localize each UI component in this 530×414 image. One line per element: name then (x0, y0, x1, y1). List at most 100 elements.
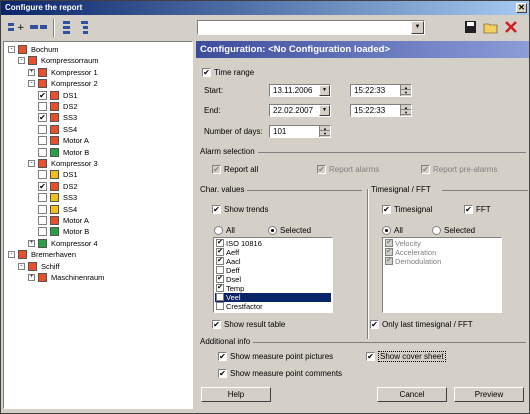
show-pictures-checkbox[interactable]: ✔ (218, 352, 227, 361)
timesignal-checkbox-item[interactable]: ✔ (385, 248, 393, 256)
show-trends-checkbox[interactable]: ✔ (212, 205, 221, 214)
timesignal-item[interactable]: ✔ Velocity (384, 239, 500, 248)
char-value-checkbox[interactable]: ✔ (216, 239, 224, 247)
timesignal-item[interactable]: ✔ Demodulation (384, 257, 500, 266)
help-button[interactable]: Help (201, 387, 271, 402)
start-time-field[interactable]: 15:22:33 ▲ ▼ (350, 84, 412, 97)
expand-icon[interactable]: + (28, 274, 35, 281)
start-time-value: 15:22:33 (354, 86, 386, 95)
char-value-item[interactable]: ✔ Aeff (215, 248, 331, 257)
fft-checkbox[interactable]: ✔ (464, 205, 473, 214)
chevron-down-icon[interactable]: ▼ (411, 21, 424, 34)
timesignal-checkbox-item[interactable]: ✔ (385, 239, 393, 247)
report-prealarms-checkbox[interactable]: ✔ (421, 165, 430, 174)
collapse-icon[interactable]: - (18, 262, 25, 270)
tree-node-checkbox[interactable] (38, 136, 47, 146)
only-last-checkbox[interactable]: ✔ (370, 320, 379, 329)
collapse-icon[interactable]: - (8, 251, 15, 259)
ts-all-radio[interactable] (382, 226, 391, 235)
char-value-item[interactable]: Deff (215, 266, 331, 275)
tree-node-checkbox[interactable] (38, 204, 47, 214)
spinner-icon[interactable]: ▲ ▼ (400, 105, 411, 116)
char-value-checkbox[interactable]: ✔ (216, 257, 224, 265)
timesignal-label: Timesignal (394, 205, 433, 214)
char-values-list[interactable]: ✔ ISO 10816 ✔ Aeff ✔ Aacl Deff ✔ Dsel ✔ Temp Veel Cr… (213, 237, 333, 313)
time-range-checkbox[interactable]: ✔ (202, 68, 211, 77)
spinner-icon[interactable]: ▲ ▼ (400, 85, 411, 96)
timesignal-checkbox[interactable]: ✔ (382, 205, 391, 214)
show-result-table-checkbox[interactable]: ✔ (212, 320, 221, 329)
status-square-icon (50, 193, 59, 203)
tree-node-checkbox[interactable] (38, 170, 47, 180)
end-date-field[interactable]: 22.02.2007 ▼ (269, 104, 331, 117)
char-value-checkbox[interactable]: ✔ (216, 275, 224, 283)
show-cover-checkbox[interactable]: ✔ (366, 352, 375, 361)
char-selected-radio[interactable] (268, 226, 277, 235)
collapse-icon[interactable]: - (28, 160, 35, 167)
tree-node-checkbox[interactable] (38, 193, 47, 203)
addl-group-line (246, 342, 526, 343)
collapse-icon[interactable]: - (18, 57, 25, 65)
save-icon[interactable] (463, 20, 479, 34)
char-value-checkbox[interactable]: ✔ (216, 248, 224, 256)
close-icon[interactable]: ✕ (516, 3, 527, 13)
chevron-down-icon[interactable]: ▼ (319, 85, 330, 96)
start-date-field[interactable]: 13.11.2006 ▼ (269, 84, 331, 97)
configuration-combo[interactable]: ▼ (197, 20, 425, 35)
tree-node-checkbox[interactable] (38, 102, 47, 111)
tree-node-checkbox[interactable]: ✔ (38, 181, 47, 191)
collapse-tree-icon[interactable] (77, 20, 93, 34)
char-value-item[interactable]: ✔ Aacl (215, 257, 331, 266)
days-field[interactable]: 101 ▲ ▼ (269, 125, 331, 138)
tree-node-checkbox[interactable] (38, 147, 47, 157)
tree-node-checkbox[interactable] (38, 216, 47, 225)
timesignal-item-label: Velocity (395, 239, 421, 248)
tree-node-label: DS1 (63, 170, 78, 180)
add-items-icon[interactable]: + (7, 20, 27, 34)
cancel-button[interactable]: Cancel (377, 387, 447, 402)
timesignal-checkbox-item[interactable]: ✔ (385, 257, 393, 265)
char-value-item[interactable]: Veel (215, 293, 331, 302)
expand-icon[interactable]: + (28, 68, 35, 76)
ts-selected-radio[interactable] (432, 226, 441, 235)
chevron-down-icon[interactable]: ▼ (319, 105, 330, 116)
char-value-item[interactable]: ✔ Dsel (215, 275, 331, 284)
char-value-item[interactable]: ✔ ISO 10816 (215, 239, 331, 248)
tree-node-checkbox[interactable] (38, 227, 47, 237)
expand-tree-icon[interactable] (59, 20, 75, 34)
tree-node-label: Kompressor 2 (51, 79, 98, 89)
preview-button[interactable]: Preview (454, 387, 524, 402)
tree-node-checkbox[interactable] (38, 124, 47, 134)
open-folder-icon[interactable] (483, 20, 499, 34)
show-cover-label: Show cover sheet (378, 351, 446, 362)
timesignal-item-label: Demodulation (395, 257, 442, 266)
char-value-checkbox[interactable] (216, 293, 224, 301)
char-all-radio[interactable] (214, 226, 223, 235)
char-value-checkbox[interactable]: ✔ (216, 284, 224, 292)
collapse-icon[interactable]: - (28, 80, 35, 88)
report-all-checkbox[interactable]: ✔ (212, 165, 221, 174)
char-value-item[interactable]: ✔ Temp (215, 284, 331, 293)
tree-node-checkbox[interactable]: ✔ (38, 90, 47, 100)
spinner-icon[interactable]: ▲ ▼ (319, 126, 330, 137)
char-value-checkbox[interactable] (216, 302, 224, 310)
status-square-icon (50, 147, 59, 157)
char-all-label: All (226, 226, 235, 235)
report-alarms-checkbox[interactable]: ✔ (317, 165, 326, 174)
timesignal-list[interactable]: ✔ Velocity ✔ Acceleration ✔ Demodulation (382, 237, 502, 313)
measurement-tree[interactable]: - Bochum - Kompressorraum + Kompressor 1- Komp… (3, 41, 193, 409)
tree-node-checkbox[interactable]: ✔ (38, 113, 47, 123)
remove-items-icon[interactable] (29, 20, 49, 34)
tree-node-label: Motor B (63, 147, 90, 157)
end-time-field[interactable]: 15:22:33 ▲ ▼ (350, 104, 412, 117)
show-comments-checkbox[interactable]: ✔ (218, 369, 227, 378)
char-value-checkbox[interactable] (216, 266, 224, 274)
ts-group-line (442, 190, 528, 191)
char-value-item[interactable]: Crestfactor (215, 302, 331, 311)
fft-label: FFT (476, 205, 491, 214)
delete-icon[interactable] (503, 20, 519, 34)
expand-icon[interactable]: + (28, 239, 35, 247)
status-square-icon (38, 273, 47, 282)
collapse-icon[interactable]: - (8, 46, 15, 53)
timesignal-item[interactable]: ✔ Acceleration (384, 248, 500, 257)
